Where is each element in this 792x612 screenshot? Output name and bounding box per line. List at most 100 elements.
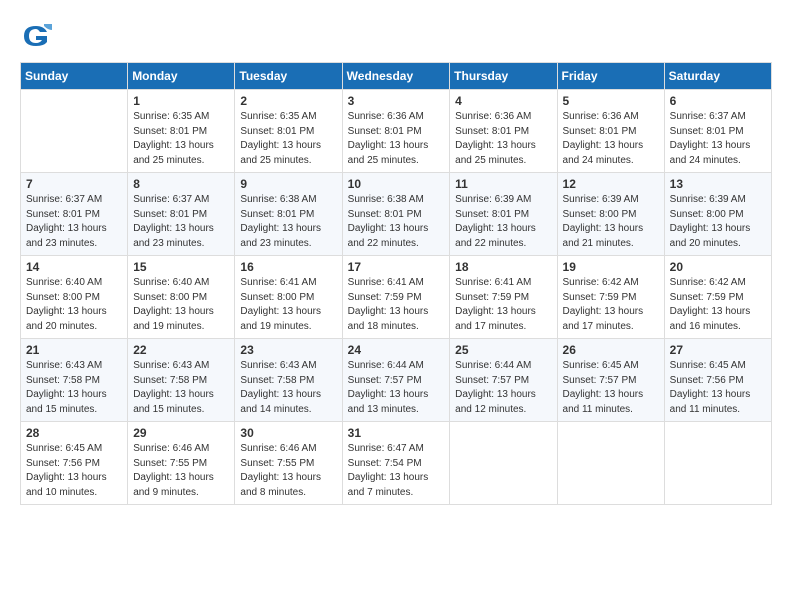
day-info: Sunrise: 6:41 AM Sunset: 8:00 PM Dayligh… [240,276,336,334]
day-info: Sunrise: 6:44 AM Sunset: 7:57 PM Dayligh… [455,359,551,417]
day-info: Sunrise: 6:45 AM Sunset: 7:56 PM Dayligh… [26,442,122,500]
day-number: 14 [26,260,122,274]
day-cell [21,90,128,173]
day-info: Sunrise: 6:45 AM Sunset: 7:56 PM Dayligh… [670,359,766,417]
day-info: Sunrise: 6:43 AM Sunset: 7:58 PM Dayligh… [26,359,122,417]
day-info: Sunrise: 6:47 AM Sunset: 7:54 PM Dayligh… [348,442,445,500]
day-number: 8 [133,177,229,191]
day-number: 15 [133,260,229,274]
day-cell: 13 Sunrise: 6:39 AM Sunset: 8:00 PM Dayl… [664,173,771,256]
day-info: Sunrise: 6:35 AM Sunset: 8:01 PM Dayligh… [240,110,336,168]
day-cell: 6 Sunrise: 6:37 AM Sunset: 8:01 PM Dayli… [664,90,771,173]
day-number: 28 [26,426,122,440]
day-number: 4 [455,94,551,108]
week-row-1: 1 Sunrise: 6:35 AM Sunset: 8:01 PM Dayli… [21,90,772,173]
day-number: 10 [348,177,445,191]
day-cell: 31 Sunrise: 6:47 AM Sunset: 7:54 PM Dayl… [342,422,450,505]
header-saturday: Saturday [664,63,771,90]
day-cell: 2 Sunrise: 6:35 AM Sunset: 8:01 PM Dayli… [235,90,342,173]
day-number: 20 [670,260,766,274]
calendar-header-row: SundayMondayTuesdayWednesdayThursdayFrid… [21,63,772,90]
day-cell: 18 Sunrise: 6:41 AM Sunset: 7:59 PM Dayl… [450,256,557,339]
day-number: 21 [26,343,122,357]
day-info: Sunrise: 6:39 AM Sunset: 8:00 PM Dayligh… [563,193,659,251]
day-number: 30 [240,426,336,440]
day-info: Sunrise: 6:36 AM Sunset: 8:01 PM Dayligh… [563,110,659,168]
logo [20,20,58,52]
day-number: 18 [455,260,551,274]
day-cell: 5 Sunrise: 6:36 AM Sunset: 8:01 PM Dayli… [557,90,664,173]
day-info: Sunrise: 6:36 AM Sunset: 8:01 PM Dayligh… [455,110,551,168]
day-number: 29 [133,426,229,440]
day-info: Sunrise: 6:41 AM Sunset: 7:59 PM Dayligh… [348,276,445,334]
header-tuesday: Tuesday [235,63,342,90]
week-row-4: 21 Sunrise: 6:43 AM Sunset: 7:58 PM Dayl… [21,339,772,422]
day-cell: 29 Sunrise: 6:46 AM Sunset: 7:55 PM Dayl… [128,422,235,505]
day-cell: 15 Sunrise: 6:40 AM Sunset: 8:00 PM Dayl… [128,256,235,339]
day-info: Sunrise: 6:37 AM Sunset: 8:01 PM Dayligh… [133,193,229,251]
day-cell [450,422,557,505]
day-cell: 10 Sunrise: 6:38 AM Sunset: 8:01 PM Dayl… [342,173,450,256]
day-info: Sunrise: 6:38 AM Sunset: 8:01 PM Dayligh… [348,193,445,251]
day-cell: 9 Sunrise: 6:38 AM Sunset: 8:01 PM Dayli… [235,173,342,256]
header-friday: Friday [557,63,664,90]
day-cell: 17 Sunrise: 6:41 AM Sunset: 7:59 PM Dayl… [342,256,450,339]
day-info: Sunrise: 6:35 AM Sunset: 8:01 PM Dayligh… [133,110,229,168]
day-cell: 16 Sunrise: 6:41 AM Sunset: 8:00 PM Dayl… [235,256,342,339]
day-cell: 26 Sunrise: 6:45 AM Sunset: 7:57 PM Dayl… [557,339,664,422]
day-cell: 1 Sunrise: 6:35 AM Sunset: 8:01 PM Dayli… [128,90,235,173]
day-cell [557,422,664,505]
day-cell: 7 Sunrise: 6:37 AM Sunset: 8:01 PM Dayli… [21,173,128,256]
day-info: Sunrise: 6:37 AM Sunset: 8:01 PM Dayligh… [26,193,122,251]
day-info: Sunrise: 6:37 AM Sunset: 8:01 PM Dayligh… [670,110,766,168]
day-number: 1 [133,94,229,108]
logo-icon [20,20,52,52]
day-number: 31 [348,426,445,440]
day-number: 12 [563,177,659,191]
header-thursday: Thursday [450,63,557,90]
day-number: 9 [240,177,336,191]
day-number: 5 [563,94,659,108]
day-number: 27 [670,343,766,357]
day-number: 17 [348,260,445,274]
day-info: Sunrise: 6:40 AM Sunset: 8:00 PM Dayligh… [26,276,122,334]
day-number: 16 [240,260,336,274]
day-number: 19 [563,260,659,274]
day-number: 6 [670,94,766,108]
day-number: 11 [455,177,551,191]
header-sunday: Sunday [21,63,128,90]
day-cell: 4 Sunrise: 6:36 AM Sunset: 8:01 PM Dayli… [450,90,557,173]
header-wednesday: Wednesday [342,63,450,90]
day-info: Sunrise: 6:39 AM Sunset: 8:01 PM Dayligh… [455,193,551,251]
day-info: Sunrise: 6:41 AM Sunset: 7:59 PM Dayligh… [455,276,551,334]
day-cell: 27 Sunrise: 6:45 AM Sunset: 7:56 PM Dayl… [664,339,771,422]
day-info: Sunrise: 6:42 AM Sunset: 7:59 PM Dayligh… [563,276,659,334]
day-number: 24 [348,343,445,357]
day-cell: 25 Sunrise: 6:44 AM Sunset: 7:57 PM Dayl… [450,339,557,422]
week-row-5: 28 Sunrise: 6:45 AM Sunset: 7:56 PM Dayl… [21,422,772,505]
day-info: Sunrise: 6:40 AM Sunset: 8:00 PM Dayligh… [133,276,229,334]
day-cell: 22 Sunrise: 6:43 AM Sunset: 7:58 PM Dayl… [128,339,235,422]
day-info: Sunrise: 6:36 AM Sunset: 8:01 PM Dayligh… [348,110,445,168]
day-cell: 24 Sunrise: 6:44 AM Sunset: 7:57 PM Dayl… [342,339,450,422]
day-cell: 12 Sunrise: 6:39 AM Sunset: 8:00 PM Dayl… [557,173,664,256]
day-cell: 11 Sunrise: 6:39 AM Sunset: 8:01 PM Dayl… [450,173,557,256]
day-cell: 30 Sunrise: 6:46 AM Sunset: 7:55 PM Dayl… [235,422,342,505]
page-header [20,20,772,52]
week-row-3: 14 Sunrise: 6:40 AM Sunset: 8:00 PM Dayl… [21,256,772,339]
day-cell: 21 Sunrise: 6:43 AM Sunset: 7:58 PM Dayl… [21,339,128,422]
day-info: Sunrise: 6:38 AM Sunset: 8:01 PM Dayligh… [240,193,336,251]
calendar: SundayMondayTuesdayWednesdayThursdayFrid… [20,62,772,505]
header-monday: Monday [128,63,235,90]
day-cell: 28 Sunrise: 6:45 AM Sunset: 7:56 PM Dayl… [21,422,128,505]
day-info: Sunrise: 6:46 AM Sunset: 7:55 PM Dayligh… [240,442,336,500]
day-info: Sunrise: 6:46 AM Sunset: 7:55 PM Dayligh… [133,442,229,500]
day-cell [664,422,771,505]
day-info: Sunrise: 6:45 AM Sunset: 7:57 PM Dayligh… [563,359,659,417]
day-cell: 14 Sunrise: 6:40 AM Sunset: 8:00 PM Dayl… [21,256,128,339]
day-cell: 23 Sunrise: 6:43 AM Sunset: 7:58 PM Dayl… [235,339,342,422]
day-number: 13 [670,177,766,191]
day-number: 2 [240,94,336,108]
day-cell: 19 Sunrise: 6:42 AM Sunset: 7:59 PM Dayl… [557,256,664,339]
day-info: Sunrise: 6:44 AM Sunset: 7:57 PM Dayligh… [348,359,445,417]
